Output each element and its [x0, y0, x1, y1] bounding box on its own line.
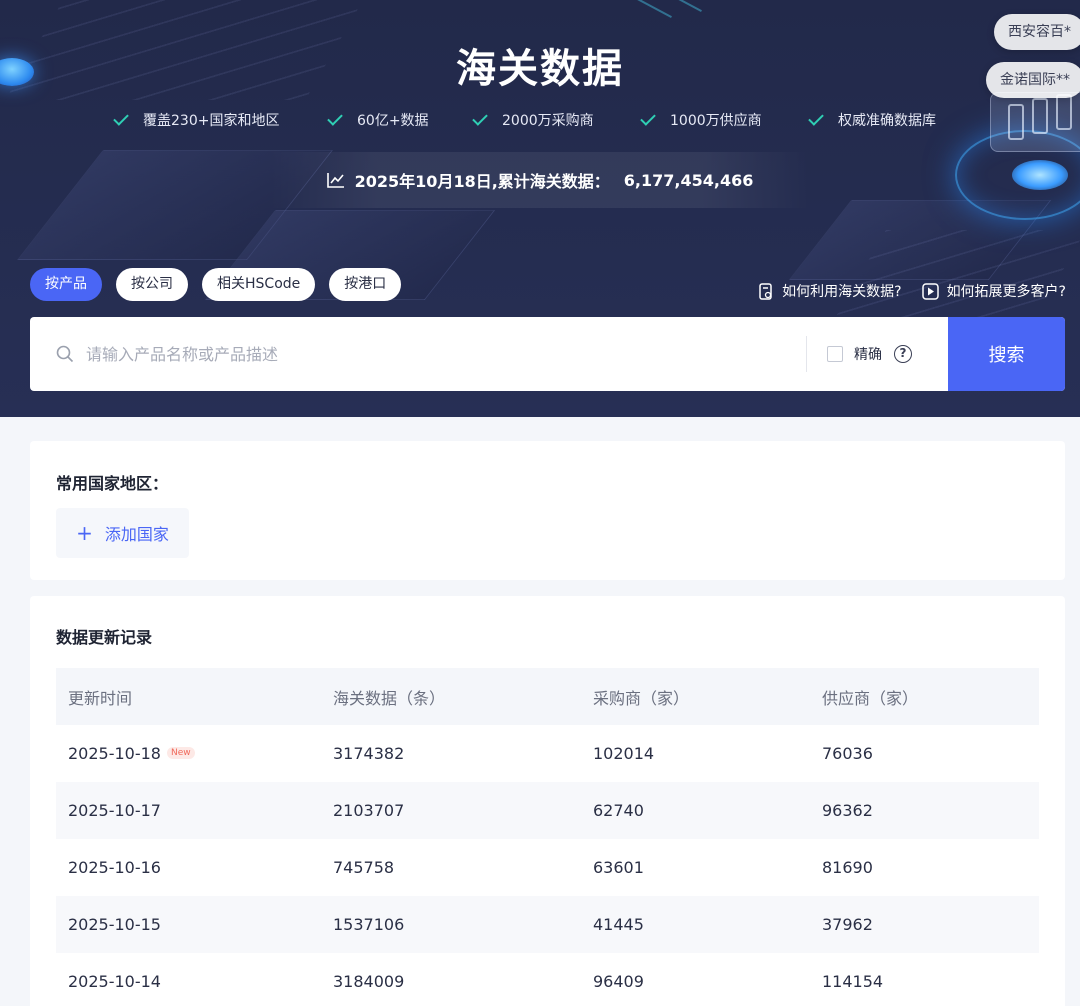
- add-country-label: 添加国家: [104, 525, 169, 544]
- cell-suppliers: 96362: [810, 782, 1039, 839]
- question-icon[interactable]: ?: [894, 345, 912, 363]
- help-link-more-clients[interactable]: 如何拓展更多客户?: [921, 281, 1066, 301]
- plus-icon: +: [76, 521, 93, 545]
- tab-hscode[interactable]: 相关HSCode: [202, 268, 316, 301]
- cell-date: 2025-10-15: [56, 896, 321, 953]
- section-title: 数据更新记录: [56, 628, 153, 647]
- cell-records: 3174382: [333, 744, 405, 763]
- exact-match: 精确 ?: [807, 317, 948, 391]
- feature-item: 1000万供应商: [640, 110, 762, 130]
- feature-label: 权威准确数据库: [838, 113, 936, 129]
- trend-chart-icon: [326, 173, 344, 188]
- check-icon: [327, 110, 343, 126]
- help-link-use-data[interactable]: 如何利用海关数据?: [758, 281, 902, 301]
- check-icon: [113, 110, 129, 126]
- table-row: 2025-10-18 New 3174382 102014 76036: [56, 725, 1039, 782]
- search-type-tabs: 按产品 按公司 相关HSCode 按港口: [30, 268, 402, 301]
- page-title: 海关数据: [456, 46, 624, 92]
- table-row: 2025-10-17 2103707 62740 96362: [56, 782, 1039, 839]
- cell-suppliers: 76036: [822, 744, 873, 763]
- feature-item: 权威准确数据库: [808, 110, 936, 130]
- check-icon: [472, 110, 488, 126]
- search-bar: 精确 ? 搜索: [30, 317, 1065, 391]
- decor-line: [618, 0, 672, 18]
- feature-label: 60亿+数据: [357, 113, 429, 129]
- feature-label: 2000万采购商: [502, 113, 594, 129]
- section-title: 常用国家地区：: [56, 474, 169, 493]
- feature-label: 覆盖230+国家和地区: [143, 113, 280, 129]
- help-links: 如何利用海关数据? 如何拓展更多客户?: [758, 281, 1066, 301]
- cell-records: 2103707: [321, 782, 581, 839]
- table-row: 2025-10-16 745758 63601 81690: [56, 839, 1039, 896]
- exact-match-label: 精确: [854, 347, 882, 363]
- cell-date: 2025-10-16: [68, 858, 161, 877]
- add-country-button[interactable]: + 添加国家: [56, 508, 189, 558]
- tab-by-port[interactable]: 按港口: [329, 268, 402, 301]
- update-records-card: 数据更新记录 更新时间 海关数据（条） 采购商（家） 供应商（家） 2025-1…: [30, 596, 1065, 1006]
- help-link-label: 如何拓展更多客户?: [946, 284, 1066, 300]
- update-records-table: 更新时间 海关数据（条） 采购商（家） 供应商（家） 2025-10-18 New…: [56, 668, 1039, 1006]
- exact-match-checkbox[interactable]: [827, 346, 843, 362]
- cell-buyers: 41445: [581, 896, 810, 953]
- help-link-label: 如何利用海关数据?: [782, 284, 902, 300]
- cell-buyers: 102014: [593, 744, 655, 763]
- check-icon: [808, 110, 824, 126]
- cell-buyers: 62740: [581, 782, 810, 839]
- tab-by-product[interactable]: 按产品: [30, 268, 102, 301]
- cell-records: 3184009: [333, 972, 405, 991]
- feature-label: 1000万供应商: [670, 113, 762, 129]
- search-button[interactable]: 搜索: [948, 317, 1065, 391]
- feature-list: 覆盖230+国家和地区 60亿+数据 2000万采购商 1000万供应商 权威准…: [0, 108, 1080, 132]
- table-header-row: 更新时间 海关数据（条） 采购商（家） 供应商（家）: [56, 668, 1039, 725]
- cell-date: 2025-10-14: [68, 972, 161, 991]
- feature-item: 2000万采购商: [472, 110, 594, 130]
- search-input[interactable]: [86, 344, 726, 364]
- common-countries-card: 常用国家地区： + 添加国家: [30, 441, 1065, 580]
- cell-buyers: 96409: [593, 972, 644, 991]
- decor-glow-core: [1012, 160, 1068, 190]
- search-icon: [56, 345, 74, 363]
- feature-item: 60亿+数据: [327, 110, 429, 130]
- cell-date: 2025-10-18 New: [56, 725, 321, 782]
- document-icon: [759, 282, 772, 300]
- search-field-wrap: [30, 317, 806, 391]
- cell-suppliers: 37962: [810, 896, 1039, 953]
- cell-suppliers: 114154: [822, 972, 884, 991]
- tab-by-company[interactable]: 按公司: [116, 268, 188, 301]
- stat-value: 6,177,454,466: [623, 170, 754, 190]
- check-icon: [640, 110, 656, 126]
- new-badge: New: [166, 747, 195, 759]
- column-header: 海关数据（条）: [321, 668, 581, 725]
- cell-records: 1537106: [321, 896, 581, 953]
- cell-records: 745758: [333, 858, 395, 877]
- cell-date: 2025-10-17: [56, 782, 321, 839]
- column-header: 供应商（家）: [810, 668, 1039, 725]
- table-row: 2025-10-14 3184009 96409 114154: [56, 953, 1039, 1006]
- column-header: 采购商（家）: [581, 668, 810, 725]
- cumulative-stat: 2025年10月18日,累计海关数据： 6,177,454,466: [270, 152, 810, 208]
- cell-buyers: 63601: [593, 858, 644, 877]
- date-text: 2025-10-18: [68, 744, 161, 763]
- stat-label: 2025年10月18日,累计海关数据：: [354, 172, 610, 191]
- hero-banner: 西安容百* 金诺国际** 海关数据 覆盖230+国家和地区 60亿+数据 200…: [0, 0, 1080, 417]
- feature-item: 覆盖230+国家和地区: [113, 110, 280, 130]
- play-icon: [921, 282, 939, 300]
- cell-suppliers: 81690: [822, 858, 873, 877]
- column-header: 更新时间: [56, 668, 321, 725]
- table-row: 2025-10-15 1537106 41445 37962: [56, 896, 1039, 953]
